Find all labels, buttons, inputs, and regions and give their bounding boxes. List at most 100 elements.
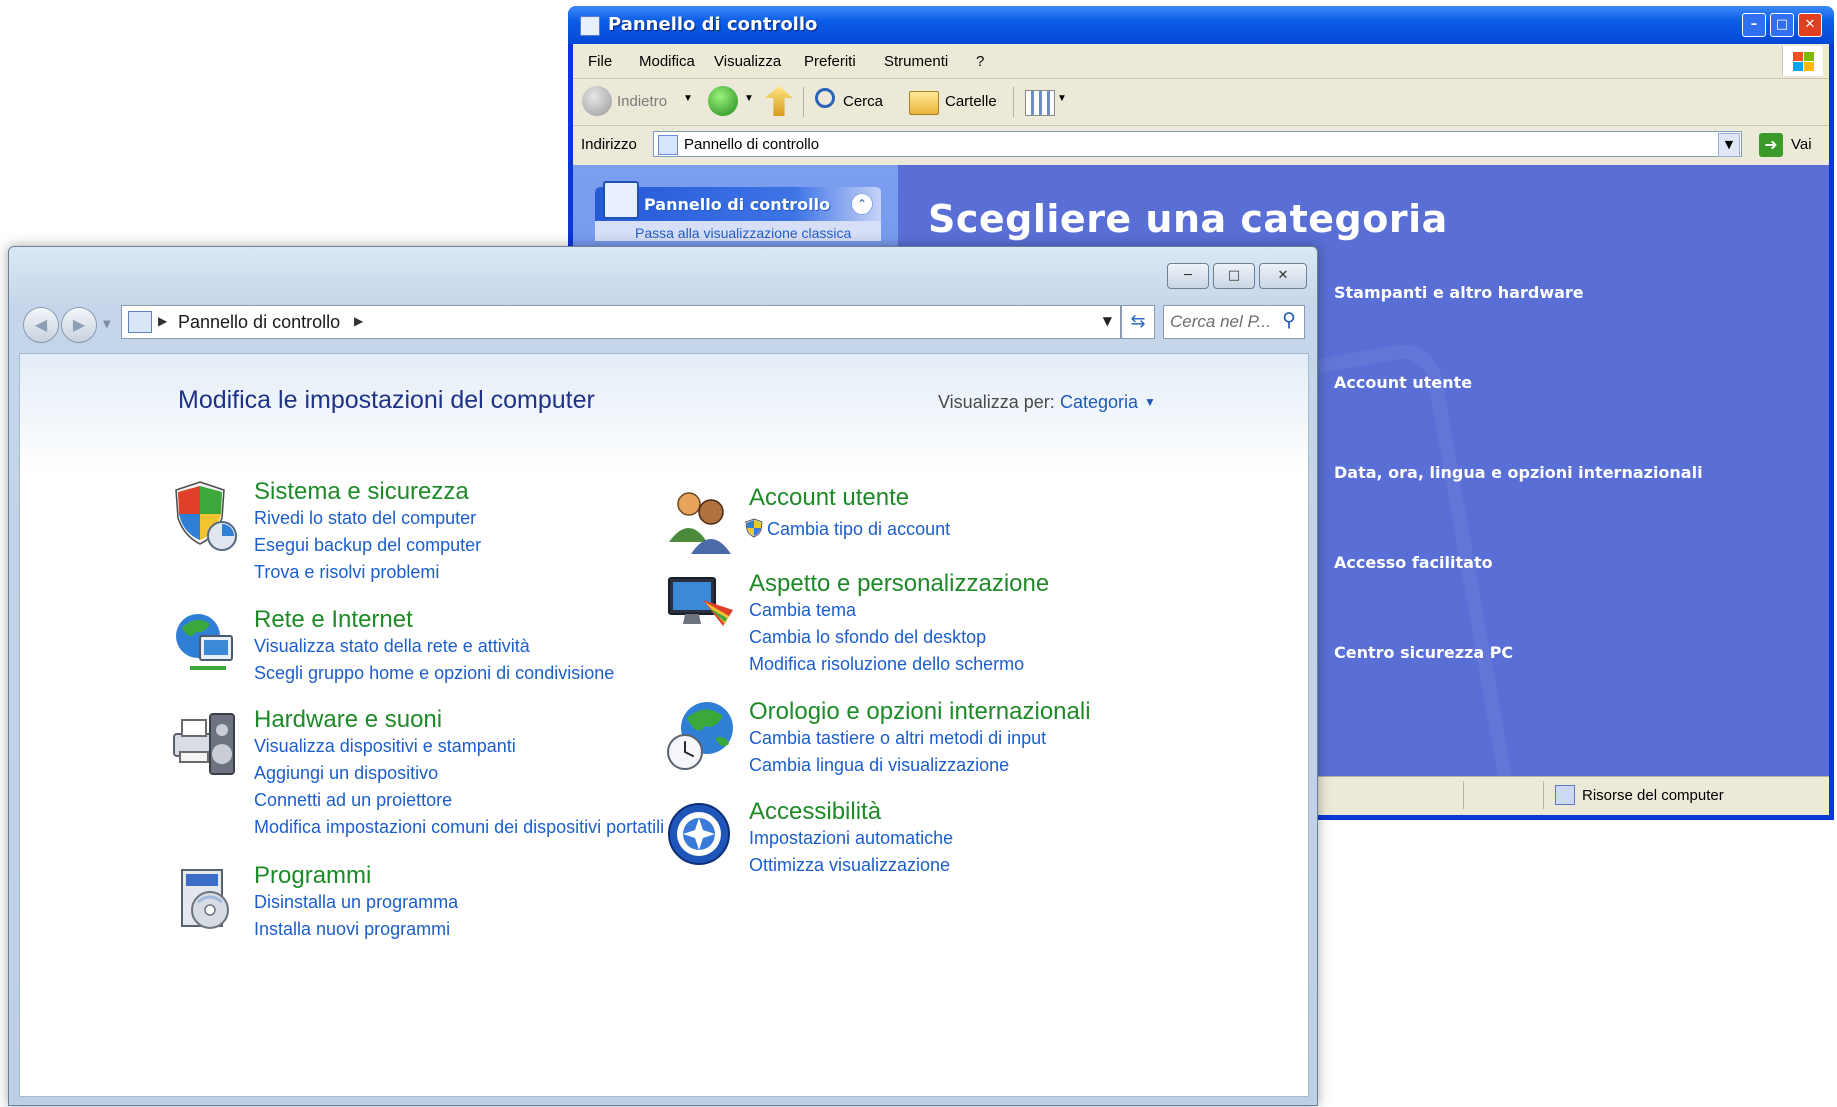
category-title[interactable]: Programmi: [254, 862, 371, 890]
control-panel-app-icon: [580, 16, 600, 36]
address-dropdown-icon[interactable]: ▼: [1103, 314, 1112, 328]
close-button[interactable]: ✕: [1259, 263, 1307, 289]
xp-category-label[interactable]: Accesso facilitato: [1334, 553, 1493, 572]
menu-preferiti[interactable]: Preferiti: [804, 53, 856, 70]
back-arrow-icon[interactable]: ◀: [23, 307, 59, 343]
maximize-button[interactable]: □: [1213, 263, 1255, 289]
go-button-label[interactable]: Vai: [1791, 136, 1812, 153]
menu-file[interactable]: File: [588, 53, 612, 70]
task-link[interactable]: Trova e risolvi problemi: [254, 562, 439, 583]
menu-modifica[interactable]: Modifica: [639, 53, 695, 70]
collapse-chevron-icon[interactable]: ⌃: [851, 193, 873, 215]
go-arrow-icon[interactable]: ➜: [1759, 133, 1783, 157]
task-link[interactable]: Rivedi lo stato del computer: [254, 508, 476, 529]
xp-category-label[interactable]: Account utente: [1334, 373, 1472, 392]
category-title[interactable]: Hardware e suoni: [254, 706, 442, 734]
task-link[interactable]: Connetti ad un proiettore: [254, 790, 452, 811]
programs-disc-icon: [181, 869, 229, 929]
task-link[interactable]: Cambia tema: [749, 600, 856, 621]
search-input[interactable]: [1170, 310, 1270, 334]
search-box[interactable]: ⚲: [1163, 305, 1305, 339]
control-panel-content: Modifica le impostazioni del computer Vi…: [19, 353, 1309, 1097]
xp-category-security[interactable]: Centro sicurezza PC: [1258, 623, 1758, 687]
xp-category-label[interactable]: Data, ora, lingua e opzioni internaziona…: [1334, 463, 1703, 482]
search-icon[interactable]: ⚲: [1282, 309, 1296, 331]
category-programs: Programmi Disinstalla un programma Insta…: [170, 862, 690, 942]
xp-category-accessibility[interactable]: Accesso facilitato: [1258, 533, 1758, 593]
forward-arrow-icon[interactable]: ▶: [61, 307, 97, 343]
task-link[interactable]: Aggiungi un dispositivo: [254, 763, 438, 784]
address-dropdown-icon[interactable]: ▼: [1718, 133, 1740, 157]
task-link[interactable]: Ottimizza visualizzazione: [749, 855, 950, 876]
task-link[interactable]: Installa nuovi programmi: [254, 919, 450, 940]
win7-control-panel-window: ─ □ ✕ ◀ ▶ ▼ ▶ Pannello di controllo ▶ ▼ …: [8, 246, 1318, 1106]
xp-category-date-language[interactable]: Data, ora, lingua e opzioni internaziona…: [1258, 443, 1758, 503]
category-title[interactable]: Accessibilità: [749, 798, 881, 826]
address-bar[interactable]: ▶ Pannello di controllo ▶ ▼: [121, 305, 1121, 339]
task-link[interactable]: Esegui backup del computer: [254, 535, 481, 556]
accessibility-icon: [668, 803, 730, 865]
back-dropdown-icon[interactable]: ▼: [683, 93, 693, 104]
task-link[interactable]: Scegli gruppo home e opzioni di condivis…: [254, 663, 614, 684]
category-appearance: Aspetto e personalizzazione Cambia tema …: [665, 570, 1185, 680]
view-by-value[interactable]: Categoria: [1060, 392, 1138, 412]
menu-visualizza[interactable]: Visualizza: [714, 53, 781, 70]
task-link-text[interactable]: Cambia tipo di account: [767, 519, 950, 539]
task-link[interactable]: Modifica risoluzione dello schermo: [749, 654, 1024, 675]
chevron-down-icon[interactable]: ▼: [1144, 395, 1156, 409]
recent-pages-dropdown-icon[interactable]: ▼: [103, 319, 111, 330]
breadcrumb-control-panel[interactable]: Pannello di controllo: [178, 312, 340, 333]
views-dropdown-icon[interactable]: ▼: [1057, 93, 1067, 104]
task-link[interactable]: Visualizza dispositivi e stampanti: [254, 736, 516, 757]
back-arrow-icon[interactable]: [582, 86, 612, 116]
task-link[interactable]: Visualizza stato della rete e attività: [254, 636, 530, 657]
task-link[interactable]: Modifica impostazioni comuni dei disposi…: [254, 817, 664, 838]
task-link[interactable]: Impostazioni automatiche: [749, 828, 953, 849]
category-title[interactable]: Orologio e opzioni internazionali: [749, 698, 1091, 726]
task-panel-header[interactable]: Pannello di controllo ⌃: [595, 181, 881, 221]
folders-button-label[interactable]: Cartelle: [945, 93, 997, 110]
category-title[interactable]: Account utente: [749, 484, 909, 512]
task-link[interactable]: Cambia lingua di visualizzazione: [749, 755, 1009, 776]
refresh-icon[interactable]: ⇆: [1121, 305, 1155, 339]
address-field[interactable]: Pannello di controllo ▼: [653, 131, 1742, 157]
search-button-label[interactable]: Cerca: [843, 93, 883, 110]
xp-toolbar: Indietro ▼ ▼ Cerca Cartelle ▼: [573, 79, 1829, 126]
close-button[interactable]: ✕: [1798, 13, 1822, 37]
classic-view-link[interactable]: Passa alla visualizzazione classica: [635, 225, 851, 241]
uac-shield-icon: [745, 518, 763, 538]
view-by-label: Visualizza per:: [938, 392, 1055, 412]
category-network-internet: Rete e Internet Visualizza stato della r…: [170, 606, 690, 686]
xp-title-bar[interactable]: Pannello di controllo – □ ✕: [568, 6, 1834, 44]
menu-help[interactable]: ?: [976, 53, 984, 70]
up-folder-icon[interactable]: [765, 86, 793, 116]
folders-icon[interactable]: [909, 91, 939, 115]
forward-dropdown-icon[interactable]: ▼: [744, 93, 754, 104]
menu-strumenti[interactable]: Strumenti: [884, 53, 948, 70]
xp-category-label[interactable]: Centro sicurezza PC: [1334, 643, 1513, 662]
xp-category-printers[interactable]: Stampanti e altro hardware: [1258, 263, 1758, 323]
task-link[interactable]: Cambia tastiere o altri metodi di input: [749, 728, 1046, 749]
category-title[interactable]: Aspetto e personalizzazione: [749, 570, 1049, 598]
category-title[interactable]: Rete e Internet: [254, 606, 413, 634]
views-icon[interactable]: [1025, 90, 1055, 116]
xp-category-accounts[interactable]: Account utente: [1258, 353, 1758, 413]
windows-flag-icon: [1782, 46, 1823, 76]
back-button-label[interactable]: Indietro: [617, 93, 667, 110]
search-icon[interactable]: [815, 88, 835, 108]
forward-arrow-icon[interactable]: [708, 86, 738, 116]
minimize-button[interactable]: ─: [1167, 263, 1209, 289]
breadcrumb-separator-icon[interactable]: ▶: [158, 314, 167, 328]
task-link[interactable]: Cambia tipo di account: [745, 518, 950, 540]
navigation-buttons: ◀ ▶ ▼: [23, 303, 111, 347]
view-by-selector[interactable]: Categoria ▼: [1060, 392, 1156, 413]
address-value[interactable]: Pannello di controllo: [684, 136, 819, 153]
task-link[interactable]: Cambia lo sfondo del desktop: [749, 627, 986, 648]
xp-window-title: Pannello di controllo: [608, 14, 818, 35]
breadcrumb-separator-icon[interactable]: ▶: [354, 314, 363, 328]
category-title[interactable]: Sistema e sicurezza: [254, 478, 469, 506]
minimize-button[interactable]: –: [1742, 13, 1766, 37]
xp-category-label[interactable]: Stampanti e altro hardware: [1334, 283, 1584, 302]
maximize-button[interactable]: □: [1770, 13, 1794, 37]
task-link[interactable]: Disinstalla un programma: [254, 892, 458, 913]
